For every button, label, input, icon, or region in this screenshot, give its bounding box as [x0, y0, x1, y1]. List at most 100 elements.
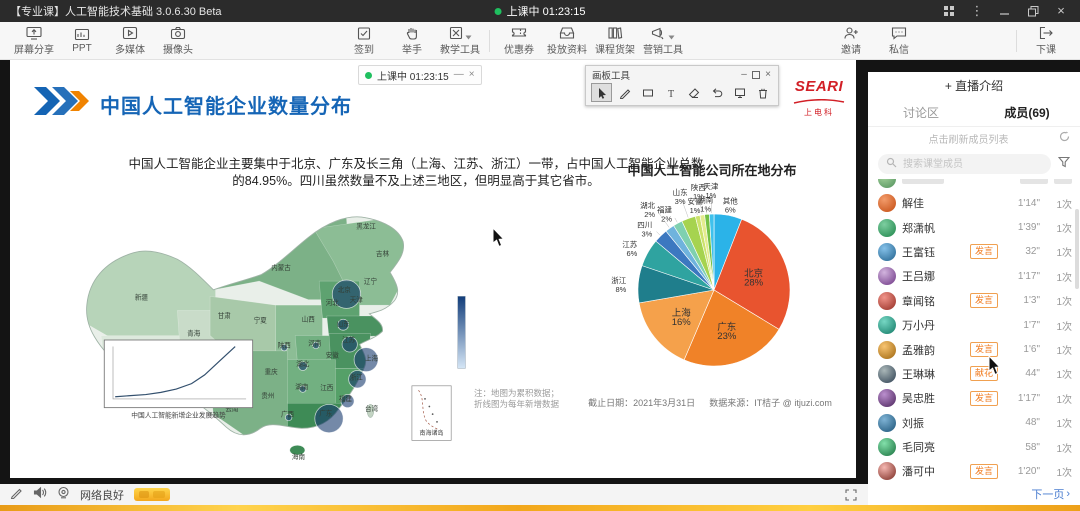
filter-icon[interactable] — [1058, 155, 1070, 173]
member-row[interactable]: 毛同亮发58"1次 — [868, 435, 1080, 459]
eraser-tool-icon[interactable] — [684, 83, 705, 102]
sign-in-button[interactable]: 签到 — [340, 25, 388, 56]
trash-tool-icon[interactable] — [753, 83, 774, 102]
panel-pin-icon[interactable] — [750, 69, 762, 81]
board-tool-icon[interactable] — [730, 83, 751, 102]
member-row[interactable]: 郑潇帆发1'39"1次 — [868, 215, 1080, 239]
province-label: 广东 — [319, 408, 333, 417]
tab-discussion[interactable]: 讨论区 — [868, 98, 974, 126]
tab-members[interactable]: 成员(69) — [974, 98, 1080, 126]
member-name: 毛同亮 — [902, 439, 964, 455]
marketing-tools-button[interactable]: 营销工具 — [639, 25, 687, 56]
member-row[interactable]: 王琳琳献花44"1次 — [868, 362, 1080, 386]
search-icon — [886, 155, 897, 173]
member-list[interactable]: 解佳发1'14"1次郑潇帆发1'39"1次王富钰发言32"1次王吕娜发1'17"… — [868, 179, 1080, 483]
more-icon[interactable]: ⋮ — [970, 4, 984, 18]
screen-share-button[interactable]: 屏幕分享 — [10, 25, 58, 56]
screen-share-icon — [26, 25, 42, 40]
invite-icon — [843, 25, 859, 40]
invite-button[interactable]: 邀请 — [827, 25, 875, 56]
resize-icon[interactable] — [844, 488, 858, 502]
member-row[interactable]: 王富钰发言32"1次 — [868, 240, 1080, 264]
province-label: 上海 — [365, 354, 379, 363]
avatar — [878, 267, 896, 285]
timer-minimize-icon[interactable]: — — [454, 70, 464, 80]
course-shelf-icon — [607, 25, 623, 40]
next-page-link[interactable]: 下一页 — [1031, 486, 1064, 502]
class-timer-widget[interactable]: 上课中 01:23:15 — × — [358, 65, 482, 85]
apps-grid-icon[interactable] — [942, 4, 956, 18]
member-row[interactable]: 孟雅韵发言1'6"1次 — [868, 337, 1080, 361]
slide-title: 中国人工智能企业数量分布 — [100, 90, 352, 119]
materials-button[interactable]: 投放资料 — [543, 25, 591, 56]
minimize-icon[interactable] — [998, 4, 1012, 18]
undo-tool-icon[interactable] — [707, 83, 728, 102]
member-row[interactable]: 王吕娜发1'17"1次 — [868, 264, 1080, 288]
panel-close-icon[interactable]: × — [762, 69, 774, 81]
webcam-icon[interactable] — [57, 486, 70, 504]
slide-canvas[interactable]: 上课中 01:23:15 — × 画板工具 – × T SEARI 上电科 — [10, 60, 856, 478]
member-duration: 1'17" — [1006, 271, 1040, 282]
search-box[interactable] — [878, 154, 1051, 174]
member-row[interactable]: 吴忠胜发言1'17"1次 — [868, 386, 1080, 410]
search-input[interactable] — [901, 158, 1043, 171]
province-label: 浙江 — [350, 372, 364, 381]
secondary-cursor — [988, 356, 1002, 376]
next-page-chevron-icon[interactable]: › — [1066, 488, 1070, 500]
member-row[interactable]: 章闻铭发言1'3"1次 — [868, 289, 1080, 313]
member-duration: 58" — [1006, 442, 1040, 453]
pen-icon[interactable] — [10, 486, 23, 504]
end-class-button[interactable]: 下课 — [1022, 25, 1070, 56]
timer-close-icon[interactable]: × — [469, 70, 475, 80]
member-row[interactable]: 万小丹发1'7"1次 — [868, 313, 1080, 337]
raise-hand-button[interactable]: 举手 — [388, 25, 436, 56]
member-count: 1次 — [1046, 366, 1072, 381]
rectangle-tool-icon[interactable] — [637, 83, 658, 102]
coupon-button[interactable]: 优惠券 — [495, 25, 543, 56]
select-tool-icon[interactable] — [591, 83, 612, 102]
marketing-tools-icon — [651, 26, 666, 40]
member-row[interactable]: 解佳发1'14"1次 — [868, 191, 1080, 215]
private-message-button[interactable]: 私信 — [875, 25, 923, 56]
pie-label-四川: 四川3% — [637, 220, 652, 238]
province-label: 广西 — [281, 409, 295, 418]
text-tool-icon[interactable]: T — [660, 83, 681, 102]
province-label: 山西 — [302, 314, 316, 323]
restore-icon[interactable] — [1026, 4, 1040, 18]
close-icon[interactable]: × — [1054, 4, 1068, 18]
member-duration: 1'17" — [1006, 393, 1040, 404]
multimedia-icon — [122, 25, 138, 40]
pen-tool-icon[interactable] — [614, 83, 635, 102]
speaker-icon[interactable] — [33, 486, 47, 504]
refresh-members-row[interactable]: 点击刷新成员列表 — [868, 127, 1080, 149]
sidebar: + 直播介绍 讨论区 成员(69) 点击刷新成员列表 解佳发1'14"1次郑潇帆… — [868, 72, 1080, 505]
ppt-button[interactable]: PPT — [58, 27, 106, 54]
refresh-icon[interactable] — [1059, 129, 1070, 147]
class-status-text: 上课中 01:23:15 — [507, 3, 586, 19]
course-shelf-button[interactable]: 课程货架 — [591, 25, 639, 56]
board-tools-panel[interactable]: 画板工具 – × T — [585, 65, 779, 106]
teaching-tools-button[interactable]: 教学工具 — [436, 25, 484, 56]
camera-button[interactable]: 摄像头 — [154, 25, 202, 56]
panel-minimize-icon[interactable]: – — [738, 69, 750, 81]
member-name: 孟雅韵 — [902, 342, 964, 358]
scrollbar-thumb[interactable] — [1075, 209, 1079, 289]
province-label: 江苏 — [342, 335, 356, 344]
live-intro-button[interactable]: + 直播介绍 — [868, 72, 1080, 98]
avatar — [878, 389, 896, 407]
title-chevrons-icon — [34, 87, 96, 120]
avatar — [878, 414, 896, 432]
avatar — [878, 179, 896, 188]
seari-logo-text: SEARI — [793, 80, 845, 93]
member-row[interactable]: 刘振发48"1次 — [868, 411, 1080, 435]
member-count: 1次 — [1046, 464, 1072, 479]
province-label: 海南 — [292, 452, 306, 460]
refresh-hint: 点击刷新成员列表 — [878, 131, 1059, 146]
avatar — [878, 462, 896, 480]
member-count: 1次 — [1046, 342, 1072, 357]
titlebar: 【专业课】人工智能技术基础 3.0.6.30 Beta 上课中 01:23:15… — [0, 0, 1080, 22]
bottom-accent-strip — [0, 505, 1080, 511]
member-row[interactable]: 潘可中发言1'20"1次 — [868, 459, 1080, 483]
multimedia-button[interactable]: 多媒体 — [106, 25, 154, 56]
member-name: 潘可中 — [902, 463, 964, 479]
